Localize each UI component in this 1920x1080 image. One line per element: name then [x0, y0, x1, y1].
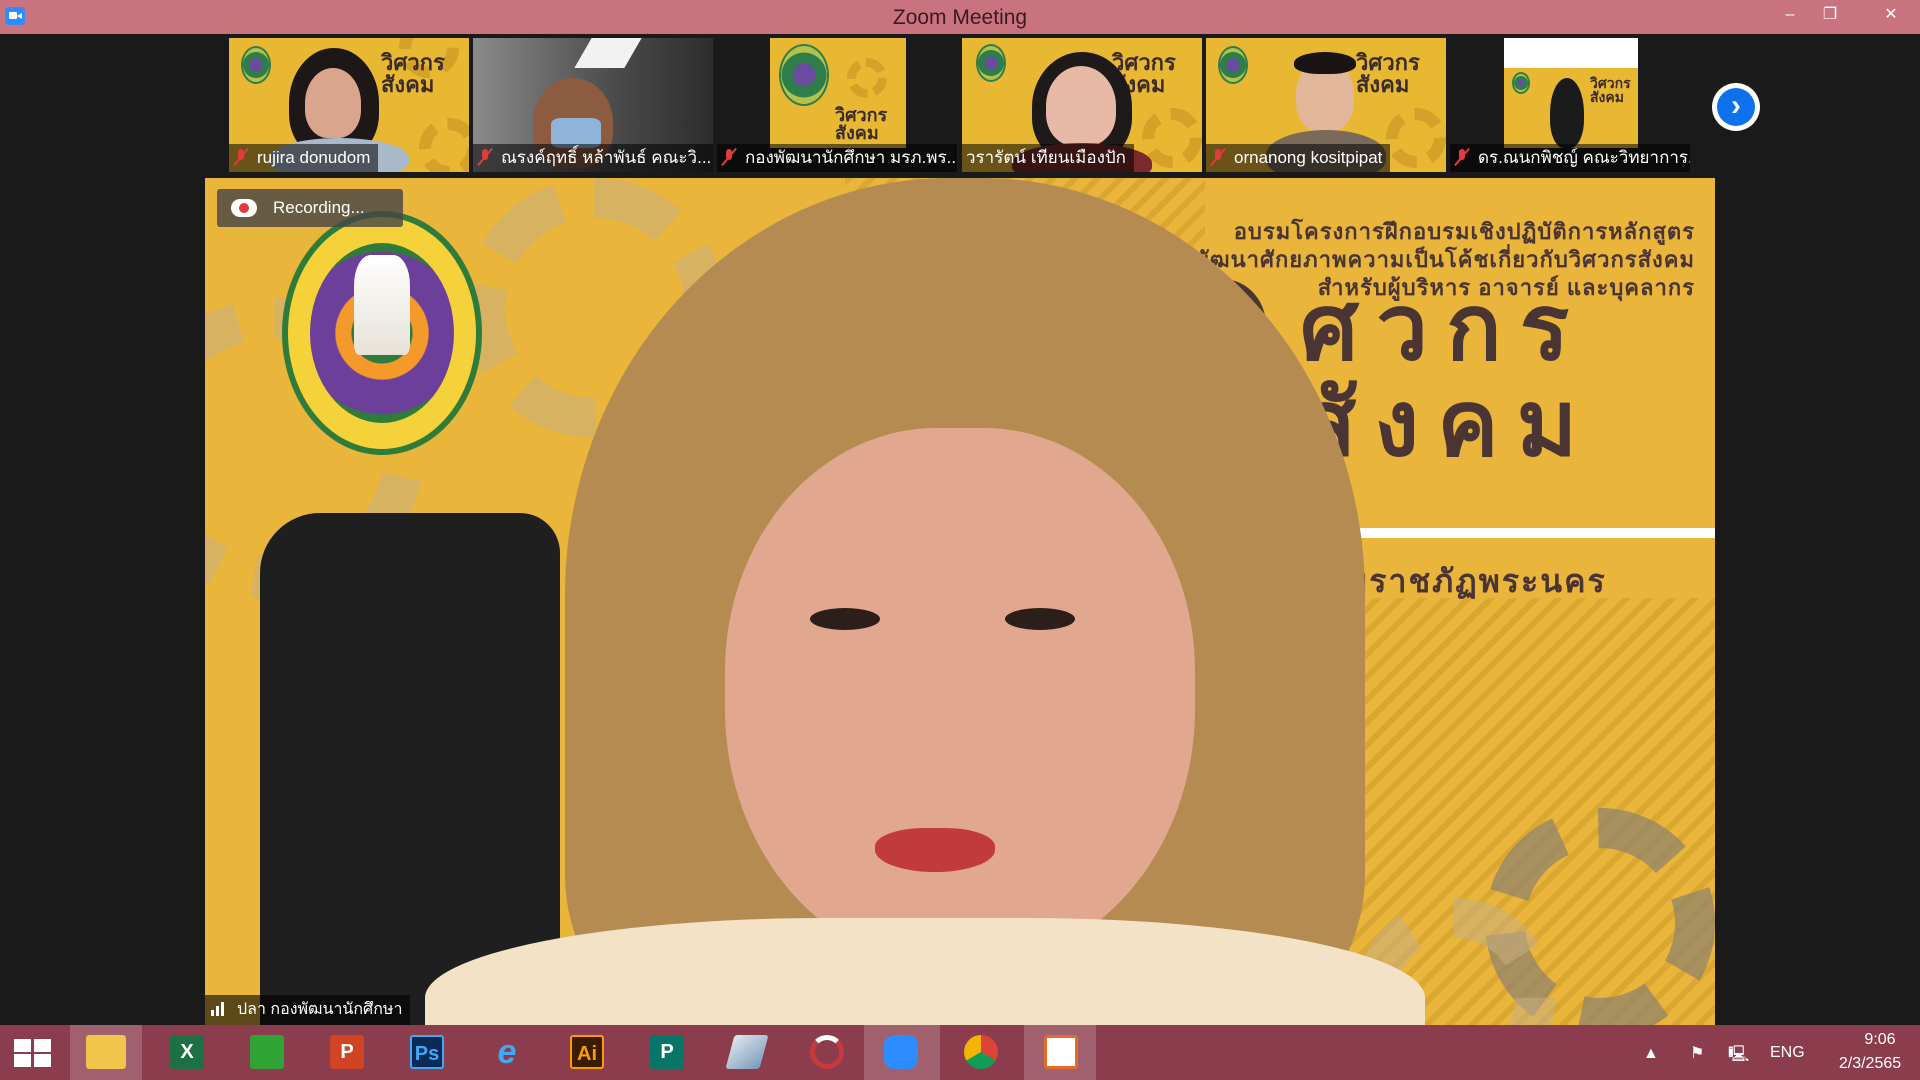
- participant-tile[interactable]: วิศวกร สังคม วรารัตน์ เทียนเมืองปัก: [962, 38, 1202, 172]
- speaker-name: ปลา กองพัฒนานักศึกษา: [237, 1001, 403, 1018]
- paper-icon: [725, 1035, 769, 1069]
- internet-explorer-icon: e: [497, 1033, 517, 1071]
- brand-line-2: สังคม: [1356, 72, 1410, 97]
- close-button[interactable]: ✕: [1862, 0, 1920, 30]
- taskbar-excel[interactable]: X: [150, 1025, 222, 1080]
- clock-date[interactable]: 2/3/2565: [1825, 1055, 1915, 1073]
- recording-indicator[interactable]: Recording...: [217, 189, 403, 227]
- participant-name: วรารัตน์ เทียนเมืองปัก: [966, 148, 1126, 167]
- participant-name: ณรงค์ฤทธิ์ หล้าพันธ์ คณะวิ...: [501, 148, 712, 167]
- mic-muted-icon: [1210, 148, 1226, 166]
- start-button[interactable]: [0, 1025, 72, 1080]
- banner-big-word: ศวกร สังคม: [1300, 280, 1595, 472]
- taskbar-publisher[interactable]: P: [630, 1025, 702, 1080]
- minimize-button[interactable]: –: [1770, 0, 1810, 30]
- zoom-icon: [884, 1035, 918, 1069]
- participant-namebar: ณรงค์ฤทธิ์ หล้าพันธ์ คณะวิ...: [473, 144, 713, 172]
- participant-name: กองพัฒนานักศึกษา มรภ.พร...: [745, 148, 957, 167]
- illustrator-icon: Ai: [570, 1035, 604, 1069]
- university-logo-icon: [241, 46, 271, 84]
- folder-icon: [86, 1035, 126, 1069]
- taskbar-photoscape[interactable]: [790, 1025, 862, 1080]
- window-title: Zoom Meeting: [892, 6, 1028, 29]
- publisher-icon: P: [650, 1035, 684, 1069]
- participant-namebar: วรารัตน์ เทียนเมืองปัก: [962, 144, 1134, 172]
- taskbar-file-explorer[interactable]: [70, 1025, 142, 1080]
- mic-muted-icon: [1454, 148, 1470, 166]
- university-logo-icon: [779, 44, 829, 106]
- taskbar-illustrator[interactable]: Ai: [550, 1025, 622, 1080]
- participant-namebar: rujira donudom: [229, 144, 379, 172]
- participant-tile[interactable]: ณรงค์ฤทธิ์ หล้าพันธ์ คณะวิ...: [473, 38, 713, 172]
- university-logo-icon: [1512, 72, 1530, 94]
- mic-muted-icon: [233, 148, 249, 166]
- taskbar-photoshop[interactable]: Ps: [390, 1025, 462, 1080]
- university-logo-icon: [1218, 46, 1248, 84]
- university-logo-icon: [976, 44, 1006, 82]
- participant-namebar: ดร.ณนกพิชญ์ คณะวิทยาการ...: [1450, 144, 1690, 172]
- clock-time[interactable]: 9:06: [1845, 1031, 1915, 1049]
- brand-line-2: สังคม: [835, 123, 879, 143]
- participant-tile[interactable]: วิศวกร สังคม กองพัฒนานักศึกษา มรภ.พร...: [717, 38, 957, 172]
- action-center-flag-icon[interactable]: ⚑: [1690, 1043, 1710, 1062]
- taskbar-internet-explorer[interactable]: e: [470, 1025, 542, 1080]
- participant-video: [1550, 78, 1584, 148]
- participant-name: ornanong kositpipat: [1234, 148, 1383, 167]
- title-bar: Zoom Meeting – ❐ ✕: [0, 0, 1920, 34]
- taskbar-paper-app[interactable]: [710, 1025, 782, 1080]
- windows-logo-icon: [14, 1039, 52, 1067]
- signal-bars-icon: [211, 1000, 229, 1016]
- mic-muted-icon: [721, 148, 737, 166]
- store-bag-icon: [250, 1035, 284, 1069]
- taskbar-zoom[interactable]: [864, 1025, 940, 1080]
- next-page-button[interactable]: ›: [1712, 83, 1760, 131]
- powerpoint-icon: P: [330, 1035, 364, 1069]
- mic-muted-icon: [477, 148, 493, 166]
- participant-tile[interactable]: วิศวกร สังคม ornanong kositpipat: [1206, 38, 1446, 172]
- banner-big-line-1: ศวกร: [1300, 277, 1588, 379]
- participant-namebar: กองพัฒนานักศึกษา มรภ.พร...: [717, 144, 957, 172]
- university-seal: [282, 211, 482, 455]
- banner-big-line-2: สังคม: [1300, 373, 1596, 475]
- participant-tile[interactable]: วิศวกร สังคม rujira donudom: [229, 38, 469, 172]
- banner-line-1: อบรมโครงการฝึกอบรมเชิงปฏิบัติการหลักสูตร: [1233, 219, 1695, 244]
- participant-strip: วิศวกร สังคม rujira donudom ณรงค์ฤทธิ์ หล…: [0, 34, 1920, 174]
- photoscape-icon: [810, 1035, 844, 1069]
- participant-name: ดร.ณนกพิชญ์ คณะวิทยาการ...: [1478, 148, 1690, 167]
- brand-line-2: สังคม: [1590, 89, 1624, 105]
- speaker-mouth: [875, 828, 995, 872]
- cloud-recording-icon: [231, 199, 257, 217]
- active-speaker-video: อบรมโครงการฝึกอบรมเชิงปฏิบัติการหลักสูตร…: [205, 178, 1715, 1025]
- photoshop-icon: Ps: [410, 1035, 444, 1069]
- taskbar-store[interactable]: [230, 1025, 302, 1080]
- participant-namebar: ornanong kositpipat: [1206, 144, 1391, 172]
- recording-label: Recording...: [273, 198, 365, 217]
- show-hidden-icons-icon[interactable]: ▲: [1643, 1045, 1663, 1063]
- photo-app-icon: [1044, 1035, 1078, 1069]
- speaker-face: [725, 428, 1195, 968]
- chrome-icon: [964, 1035, 998, 1069]
- input-language[interactable]: ENG: [1770, 1044, 1805, 1062]
- participant-name: rujira donudom: [257, 148, 371, 167]
- brand-line-1: วิศวกร: [835, 105, 888, 125]
- restore-button[interactable]: ❐: [1810, 0, 1850, 30]
- windows-taskbar: X P Ps e Ai P ▲ ⚑ 🖳 ENG 9:06 2/3/2565: [0, 1025, 1920, 1080]
- brand-line-2: สังคม: [381, 72, 435, 97]
- taskbar-powerpoint[interactable]: P: [310, 1025, 382, 1080]
- speaker-namebar: ปลา กองพัฒนานักศึกษา: [205, 995, 411, 1025]
- taskbar-photo-app[interactable]: [1024, 1025, 1096, 1080]
- network-icon[interactable]: 🖳: [1728, 1043, 1749, 1063]
- chevron-right-icon: ›: [1731, 89, 1741, 122]
- taskbar-chrome[interactable]: [944, 1025, 1016, 1080]
- participant-tile[interactable]: วิศวกร สังคม ดร.ณนกพิชญ์ คณะวิทยาการ...: [1450, 38, 1690, 172]
- excel-icon: X: [170, 1035, 204, 1069]
